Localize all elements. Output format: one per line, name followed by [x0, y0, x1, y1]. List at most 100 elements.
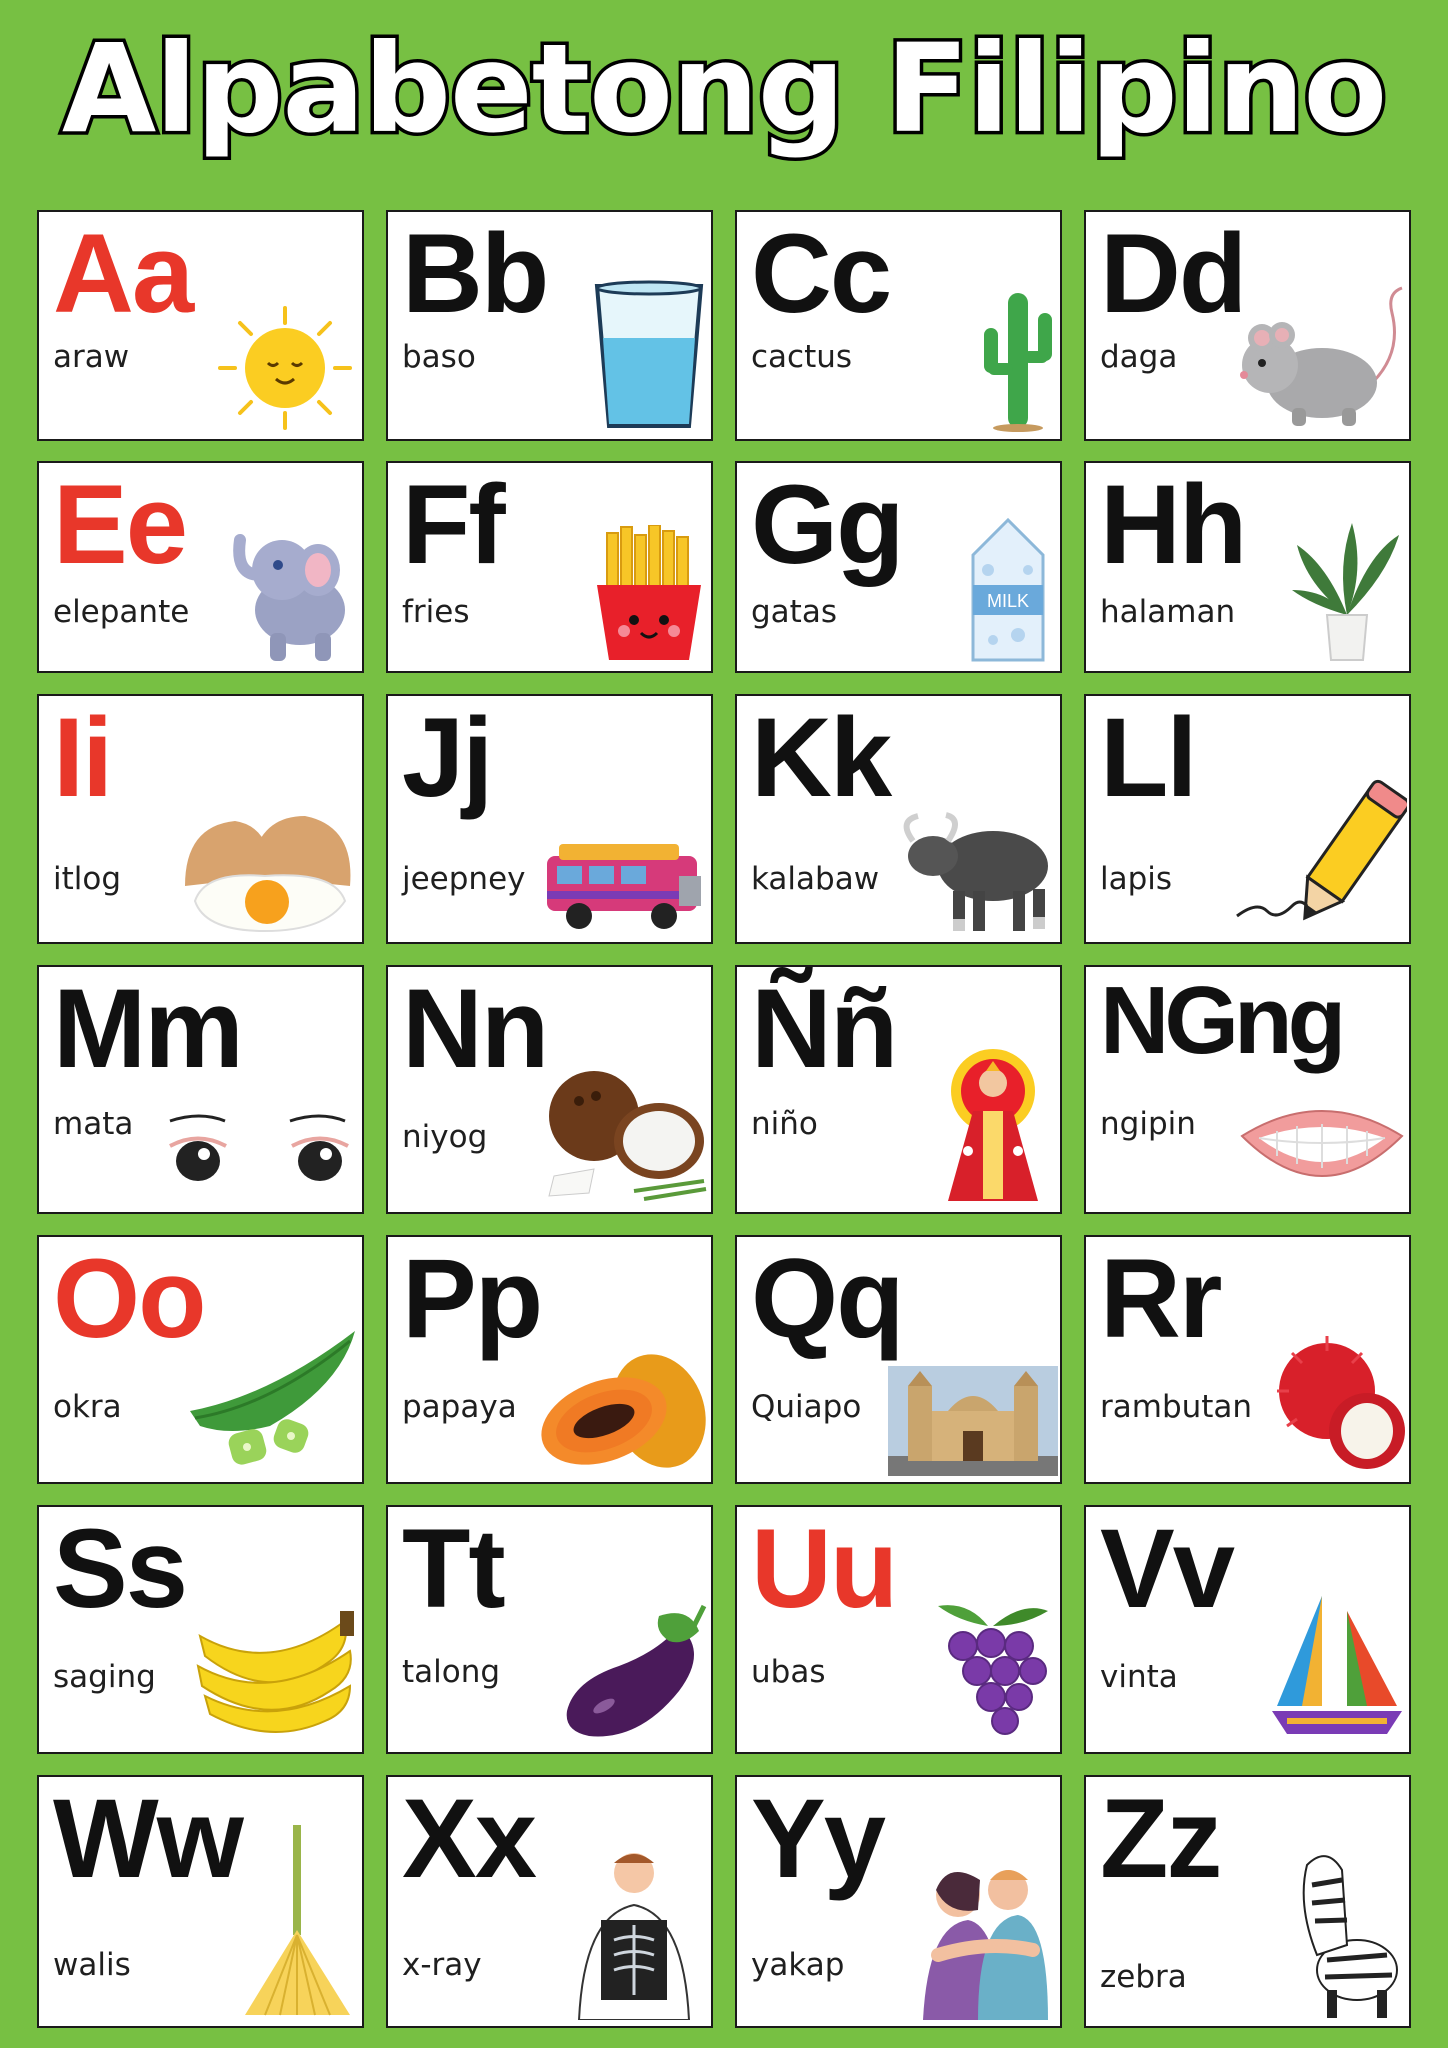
eyes-icon — [160, 1106, 360, 1210]
letter-card-lapis: Ll lapis — [1084, 694, 1411, 944]
card-word: mata — [53, 1106, 134, 1142]
letter-card-fries: Ff fries — [386, 461, 713, 673]
card-word: ngipin — [1100, 1106, 1196, 1142]
carabao-icon — [898, 801, 1058, 940]
church-icon — [888, 1366, 1058, 1480]
card-word: baso — [402, 339, 476, 375]
card-word: x-ray — [402, 1947, 482, 1983]
letter-card-jeepney: Jj jeepney — [386, 694, 713, 944]
card-word: papaya — [402, 1389, 517, 1425]
letter-card-x-ray: Xx x-ray — [386, 1775, 713, 2028]
card-word: itlog — [53, 861, 122, 897]
glass-icon — [589, 278, 709, 437]
card-letter: Nn — [402, 966, 549, 1091]
letter-card-ni-o: Ññ niño — [735, 965, 1062, 1214]
rambutan-icon — [1267, 1331, 1407, 1480]
letter-card-baso: Bb baso — [386, 210, 713, 441]
letter-card-okra: Oo okra — [37, 1235, 364, 1484]
card-letter: Rr — [1100, 1236, 1222, 1361]
letter-card-ngipin: NGng ngipin — [1084, 965, 1411, 1214]
card-word: cactus — [751, 339, 853, 375]
card-letter: Mm — [53, 966, 244, 1091]
card-letter: Bb — [402, 211, 549, 336]
letter-card-vinta: Vv vinta — [1084, 1505, 1411, 1754]
card-word: niyog — [402, 1119, 488, 1155]
jeepney-icon — [539, 836, 709, 940]
card-letter: Ff — [402, 462, 506, 587]
hug-icon — [908, 1855, 1058, 2024]
card-letter: Jj — [402, 695, 493, 820]
vinta-boat-icon — [1267, 1586, 1407, 1750]
card-word: jeepney — [402, 861, 526, 897]
card-letter: Pp — [402, 1236, 543, 1361]
card-word: saging — [53, 1659, 156, 1695]
card-word: lapis — [1100, 861, 1173, 897]
fries-icon — [589, 524, 709, 669]
card-letter: Dd — [1100, 211, 1247, 336]
letter-card-kalabaw: Kk kalabaw — [735, 694, 1062, 944]
letter-card-halaman: Hh halaman — [1084, 461, 1411, 673]
letter-card-niyog: Nn niyog — [386, 965, 713, 1214]
card-word: gatas — [751, 594, 837, 630]
letter-card-mata: Mm mata — [37, 965, 364, 1214]
letter-card-quiapo: Qq Quiapo — [735, 1235, 1062, 1484]
letter-card-yakap: Yy yakap — [735, 1775, 1062, 2028]
card-letter: Vv — [1100, 1506, 1235, 1631]
card-letter: Uu — [751, 1506, 898, 1631]
egg-icon — [175, 806, 360, 940]
card-word: halaman — [1100, 594, 1236, 630]
letter-card-ubas: Uu ubas — [735, 1505, 1062, 1754]
card-letter: Hh — [1100, 462, 1247, 587]
pencil-icon — [1227, 776, 1409, 940]
card-letter: Ss — [53, 1506, 188, 1631]
card-letter: Zz — [1100, 1776, 1222, 1901]
card-letter: Cc — [751, 211, 892, 336]
card-word: walis — [53, 1947, 131, 1983]
card-letter: Ee — [53, 462, 188, 587]
card-word: okra — [53, 1389, 122, 1425]
card-word: talong — [402, 1654, 501, 1690]
letter-card-walis: Ww walis — [37, 1775, 364, 2028]
card-word: rambutan — [1100, 1389, 1253, 1425]
card-word: niño — [751, 1106, 818, 1142]
letter-card-rambutan: Rr rambutan — [1084, 1235, 1411, 1484]
page-title: Alpabetong Filipino — [58, 18, 1390, 160]
letter-card-elepante: Ee elepante — [37, 461, 364, 673]
card-letter: Gg — [751, 462, 905, 587]
card-letter: Xx — [402, 1776, 537, 1901]
card-letter: Ll — [1100, 695, 1198, 820]
card-letter: Aa — [53, 211, 194, 336]
card-letter: Kk — [751, 695, 892, 820]
letter-card-araw: Aa araw — [37, 210, 364, 441]
letter-card-papaya: Pp papaya — [386, 1235, 713, 1484]
coconut-icon — [534, 1061, 709, 1210]
card-word: daga — [1100, 339, 1178, 375]
letter-card-cactus: Cc cactus — [735, 210, 1062, 441]
elephant-icon — [230, 515, 360, 669]
card-word: araw — [53, 339, 130, 375]
okra-icon — [180, 1326, 360, 1480]
card-letter: Ññ — [751, 966, 898, 1091]
card-word: Quiapo — [751, 1389, 862, 1425]
card-letter: Oo — [53, 1236, 207, 1361]
letter-card-talong: Tt talong — [386, 1505, 713, 1754]
mouse-icon — [1222, 283, 1407, 437]
card-letter: Tt — [402, 1506, 506, 1631]
eggplant-icon — [559, 1601, 709, 1750]
banana-icon — [190, 1606, 360, 1750]
letter-card-zebra: Zz zebra — [1084, 1775, 1411, 2028]
card-word: elepante — [53, 594, 190, 630]
card-word: yakap — [751, 1947, 845, 1983]
card-letter: NGng — [1100, 967, 1346, 1074]
santo-nino-icon — [928, 1041, 1058, 1210]
card-letter: Ww — [53, 1776, 244, 1901]
plant-icon — [1287, 515, 1407, 669]
grapes-icon — [928, 1601, 1058, 1750]
card-word: fries — [402, 594, 470, 630]
card-word: ubas — [751, 1654, 826, 1690]
xray-icon — [559, 1845, 709, 2024]
svg-text:MILK: MILK — [987, 591, 1029, 611]
card-letter: Yy — [751, 1776, 886, 1901]
letter-card-daga: Dd daga — [1084, 210, 1411, 441]
card-word: vinta — [1100, 1659, 1178, 1695]
